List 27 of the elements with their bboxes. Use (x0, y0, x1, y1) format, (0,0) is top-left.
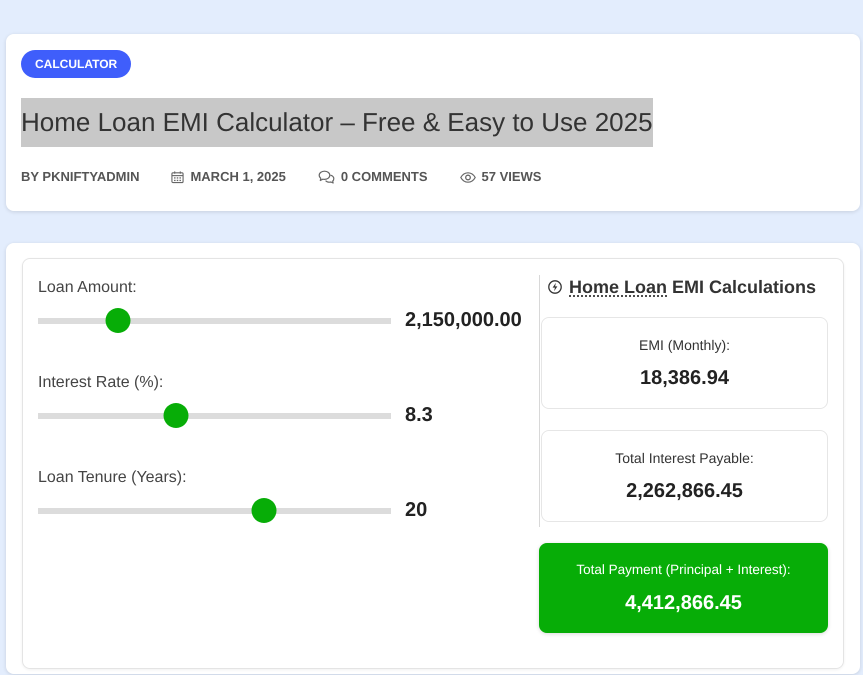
slider-value: 20 (405, 499, 428, 522)
slider-value: 8.3 (405, 404, 433, 427)
slider-thumb[interactable] (163, 403, 188, 428)
calendar-icon (171, 170, 184, 184)
post-title: Home Loan EMI Calculator – Free & Easy to Use 2025 (21, 98, 653, 147)
slider-label: Interest Rate (%): (38, 373, 164, 393)
results-heading: Home Loan EMI Calculations (569, 276, 816, 299)
result-value: 4,412,866.45 (625, 591, 742, 615)
slider-thumb[interactable] (251, 498, 276, 523)
author-link[interactable]: BY PKNIFTYADMIN (21, 169, 140, 185)
eye-icon (460, 172, 476, 182)
speech-bubbles-icon (318, 170, 335, 184)
slider-label: Loan Tenure (Years): (38, 468, 187, 488)
comment-count[interactable]: 0 COMMENTS (340, 169, 428, 185)
result-label: EMI (Monthly): (638, 336, 730, 354)
result-value: 2,262,866.45 (626, 479, 743, 503)
slider-label: Loan Amount: (38, 278, 137, 298)
post-date[interactable]: MARCH 1, 2025 (190, 169, 286, 185)
slider-value: 2,150,000.00 (405, 309, 522, 332)
category-badge[interactable]: CALCULATOR (21, 50, 132, 78)
result-label: Total Interest Payable: (615, 449, 754, 467)
result-value: 18,386.94 (640, 366, 729, 390)
slider-thumb[interactable] (106, 308, 131, 333)
result-label: Total Payment (Principal + Interest): (576, 561, 791, 579)
lightning-circle-icon (548, 280, 562, 294)
view-count: 57 VIEWS (482, 169, 542, 185)
home-loan-link[interactable]: Home Loan (569, 277, 668, 297)
